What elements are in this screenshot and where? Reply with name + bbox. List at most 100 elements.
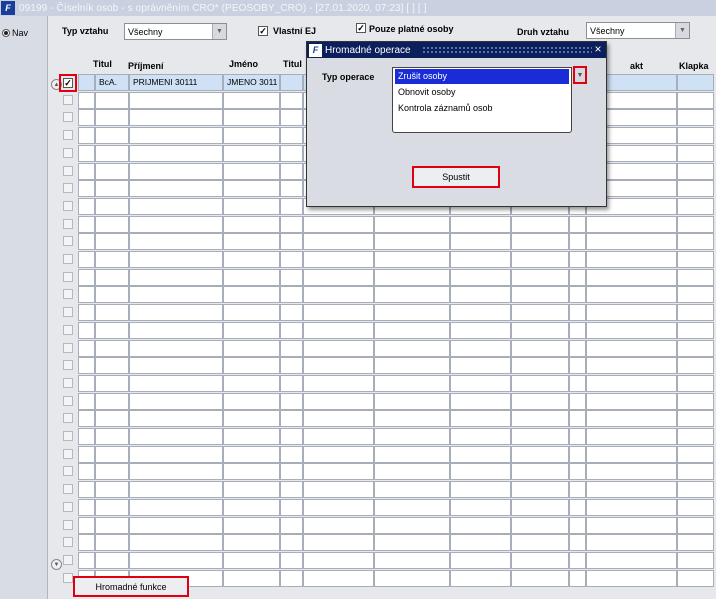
table-cell[interactable] xyxy=(303,321,374,339)
table-cell[interactable] xyxy=(223,233,280,251)
table-cell[interactable] xyxy=(95,428,129,445)
table-cell[interactable] xyxy=(303,251,374,268)
table-cell[interactable] xyxy=(78,374,95,392)
table-cell[interactable] xyxy=(280,392,303,410)
table-cell[interactable] xyxy=(223,127,280,145)
table-cell[interactable] xyxy=(129,498,223,516)
table-row[interactable] xyxy=(63,445,714,463)
table-cell[interactable] xyxy=(450,481,511,499)
table-cell[interactable] xyxy=(511,321,569,339)
table-cell[interactable] xyxy=(511,498,569,516)
table-cell[interactable] xyxy=(78,445,95,463)
table-cell[interactable] xyxy=(78,251,95,268)
table-cell[interactable] xyxy=(303,516,374,534)
table-cell[interactable] xyxy=(223,197,280,215)
table-cell[interactable] xyxy=(374,268,450,286)
table-cell[interactable] xyxy=(78,144,95,162)
table-cell[interactable] xyxy=(586,286,677,304)
table-cell[interactable] xyxy=(677,339,714,357)
table-cell[interactable] xyxy=(280,357,303,375)
table-cell[interactable] xyxy=(280,481,303,499)
table-cell[interactable] xyxy=(677,304,714,322)
table-cell[interactable] xyxy=(95,233,129,251)
table-cell[interactable] xyxy=(303,445,374,463)
table-cell[interactable] xyxy=(129,197,223,215)
table-cell[interactable] xyxy=(129,109,223,127)
table-cell[interactable] xyxy=(450,551,511,569)
table-cell[interactable] xyxy=(223,428,280,445)
table-cell[interactable] xyxy=(223,481,280,499)
table-cell[interactable] xyxy=(374,569,450,587)
table-cell[interactable] xyxy=(677,498,714,516)
table-cell[interactable] xyxy=(129,304,223,322)
table-cell[interactable] xyxy=(586,569,677,587)
table-cell[interactable] xyxy=(280,109,303,127)
table-cell[interactable] xyxy=(511,516,569,534)
row-select-checkbox[interactable] xyxy=(63,324,73,335)
table-cell[interactable] xyxy=(95,215,129,233)
table-cell[interactable] xyxy=(95,286,129,304)
table-cell[interactable] xyxy=(677,534,714,552)
table-cell[interactable] xyxy=(95,498,129,516)
table-cell[interactable] xyxy=(223,374,280,392)
table-cell[interactable] xyxy=(511,374,569,392)
table-cell[interactable] xyxy=(280,428,303,445)
table-cell[interactable] xyxy=(280,74,303,91)
table-cell[interactable] xyxy=(677,321,714,339)
table-cell[interactable] xyxy=(223,109,280,127)
table-cell[interactable] xyxy=(280,91,303,109)
table-cell[interactable] xyxy=(677,233,714,251)
table-row[interactable] xyxy=(63,481,714,499)
table-cell[interactable] xyxy=(280,374,303,392)
table-row[interactable] xyxy=(63,339,714,357)
table-cell[interactable] xyxy=(129,374,223,392)
row-select-checkbox[interactable] xyxy=(63,519,73,530)
table-cell[interactable] xyxy=(677,551,714,569)
row-select-checkbox[interactable] xyxy=(63,448,73,459)
table-cell[interactable] xyxy=(586,374,677,392)
table-cell[interactable] xyxy=(569,357,586,375)
table-cell[interactable] xyxy=(223,445,280,463)
table-cell[interactable] xyxy=(450,357,511,375)
row-select-checkbox[interactable] xyxy=(63,537,73,548)
table-cell[interactable] xyxy=(129,445,223,463)
table-cell[interactable] xyxy=(95,534,129,552)
table-cell[interactable] xyxy=(677,74,714,91)
table-cell[interactable] xyxy=(450,339,511,357)
row-select-checkbox[interactable] xyxy=(63,254,73,264)
table-cell[interactable] xyxy=(78,215,95,233)
row-select-checkbox[interactable] xyxy=(63,395,73,406)
table-cell[interactable] xyxy=(129,516,223,534)
table-cell[interactable] xyxy=(450,428,511,445)
table-cell[interactable] xyxy=(374,251,450,268)
table-cell[interactable] xyxy=(374,215,450,233)
table-cell[interactable] xyxy=(450,286,511,304)
table-cell[interactable] xyxy=(280,251,303,268)
table-cell[interactable] xyxy=(303,233,374,251)
table-cell[interactable] xyxy=(223,569,280,587)
table-cell[interactable] xyxy=(374,481,450,499)
table-cell[interactable] xyxy=(586,445,677,463)
table-cell[interactable] xyxy=(95,392,129,410)
table-cell[interactable] xyxy=(78,410,95,428)
table-cell[interactable] xyxy=(677,144,714,162)
table-cell[interactable] xyxy=(303,339,374,357)
table-cell[interactable] xyxy=(280,144,303,162)
table-cell[interactable] xyxy=(677,268,714,286)
scroll-down-icon[interactable]: ▼ xyxy=(51,559,62,570)
row-select-checkbox[interactable] xyxy=(63,112,73,123)
table-cell[interactable] xyxy=(569,304,586,322)
table-cell[interactable] xyxy=(303,534,374,552)
table-cell[interactable] xyxy=(677,197,714,215)
table-cell[interactable] xyxy=(511,481,569,499)
table-cell[interactable] xyxy=(95,321,129,339)
table-cell[interactable] xyxy=(129,215,223,233)
table-cell[interactable] xyxy=(511,410,569,428)
table-cell[interactable] xyxy=(569,516,586,534)
table-cell[interactable] xyxy=(78,357,95,375)
table-cell[interactable] xyxy=(569,551,586,569)
dropdown-arrow-icon[interactable]: ▼ xyxy=(212,24,226,39)
table-cell[interactable] xyxy=(450,321,511,339)
table-cell[interactable] xyxy=(303,410,374,428)
row-select-checkbox[interactable] xyxy=(63,218,73,229)
